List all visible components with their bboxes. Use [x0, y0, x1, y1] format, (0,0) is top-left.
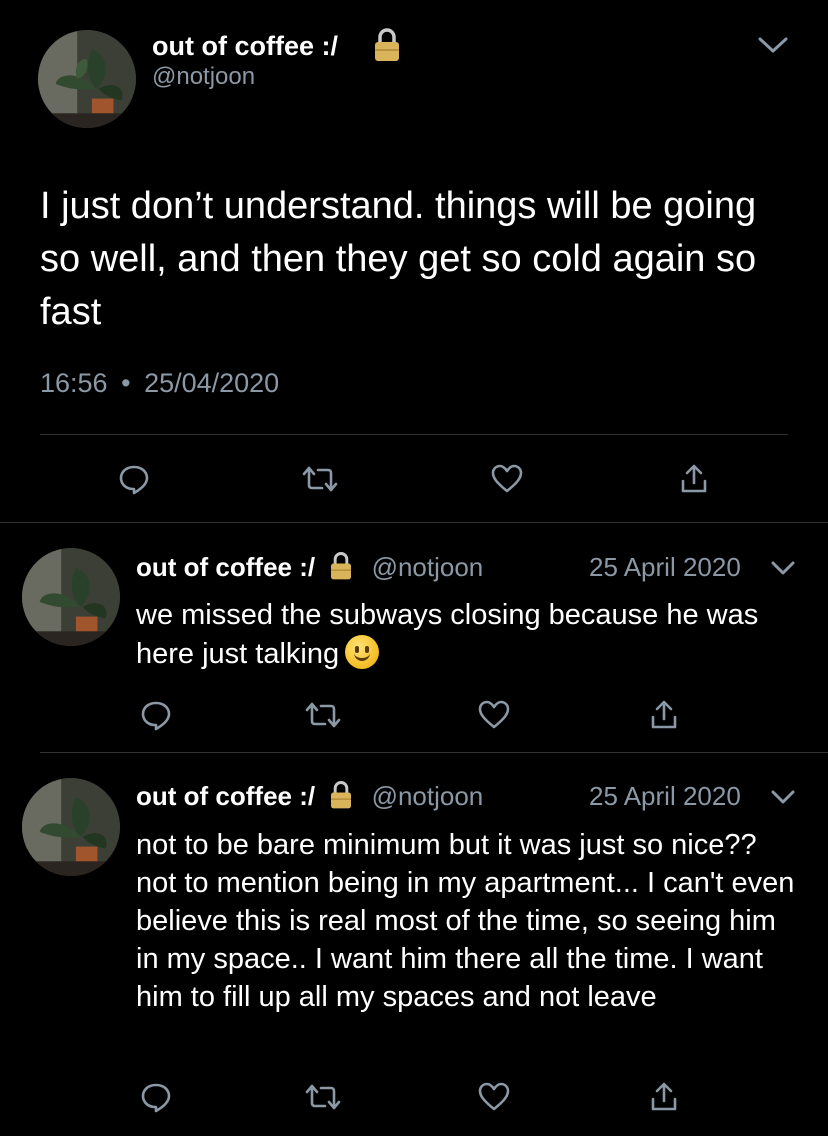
plant-photo [22, 778, 120, 876]
lock-icon [328, 780, 354, 810]
separator: • [121, 368, 131, 398]
divider [40, 752, 828, 753]
share-icon[interactable] [676, 460, 712, 498]
smiling-face-emoji [345, 635, 380, 669]
timestamp: 16:56 • 25/04/2020 [40, 366, 279, 400]
plant-photo [38, 30, 136, 128]
handle[interactable]: @notjoon [372, 781, 484, 811]
reply-icon[interactable] [138, 1080, 174, 1114]
divider [0, 522, 828, 523]
chevron-down-icon[interactable] [768, 785, 798, 809]
avatar[interactable] [38, 30, 136, 128]
reply-icon[interactable] [116, 461, 152, 497]
avatar[interactable] [22, 548, 120, 646]
like-icon[interactable] [475, 1080, 513, 1114]
plant-photo [22, 548, 120, 646]
avatar[interactable] [22, 778, 120, 876]
like-icon[interactable] [488, 461, 526, 497]
lock-icon [328, 551, 354, 581]
share-icon[interactable] [646, 1078, 682, 1116]
tweet-time[interactable]: 16:56 [40, 368, 108, 398]
retweet-icon[interactable] [303, 698, 343, 732]
divider [40, 434, 788, 435]
like-icon[interactable] [475, 698, 513, 732]
share-icon[interactable] [646, 696, 682, 734]
handle[interactable]: @notjoon [152, 62, 255, 92]
tweet-text: we missed the subways closing because he… [136, 596, 796, 674]
tweet-date[interactable]: 25/04/2020 [144, 368, 279, 398]
display-name[interactable]: out of coffee :/ [152, 30, 338, 62]
tweet-text: I just don’t understand. things will be … [40, 185, 757, 333]
reply-icon[interactable] [138, 698, 174, 732]
chevron-down-icon[interactable] [768, 556, 798, 580]
tweet-text: not to be bare minimum but it was just s… [136, 829, 795, 1013]
chevron-down-icon[interactable] [756, 30, 790, 60]
tweet-date[interactable]: 25 April 2020 [589, 550, 741, 584]
tweet-date[interactable]: 25 April 2020 [589, 779, 741, 813]
tweet-text-content: we missed the subways closing because he… [136, 599, 759, 670]
handle[interactable]: @notjoon [372, 552, 484, 582]
retweet-icon[interactable] [300, 461, 340, 497]
lock-icon [372, 27, 402, 63]
retweet-icon[interactable] [303, 1080, 343, 1114]
display-name[interactable]: out of coffee :/ [136, 781, 315, 811]
display-name[interactable]: out of coffee :/ [136, 552, 315, 582]
